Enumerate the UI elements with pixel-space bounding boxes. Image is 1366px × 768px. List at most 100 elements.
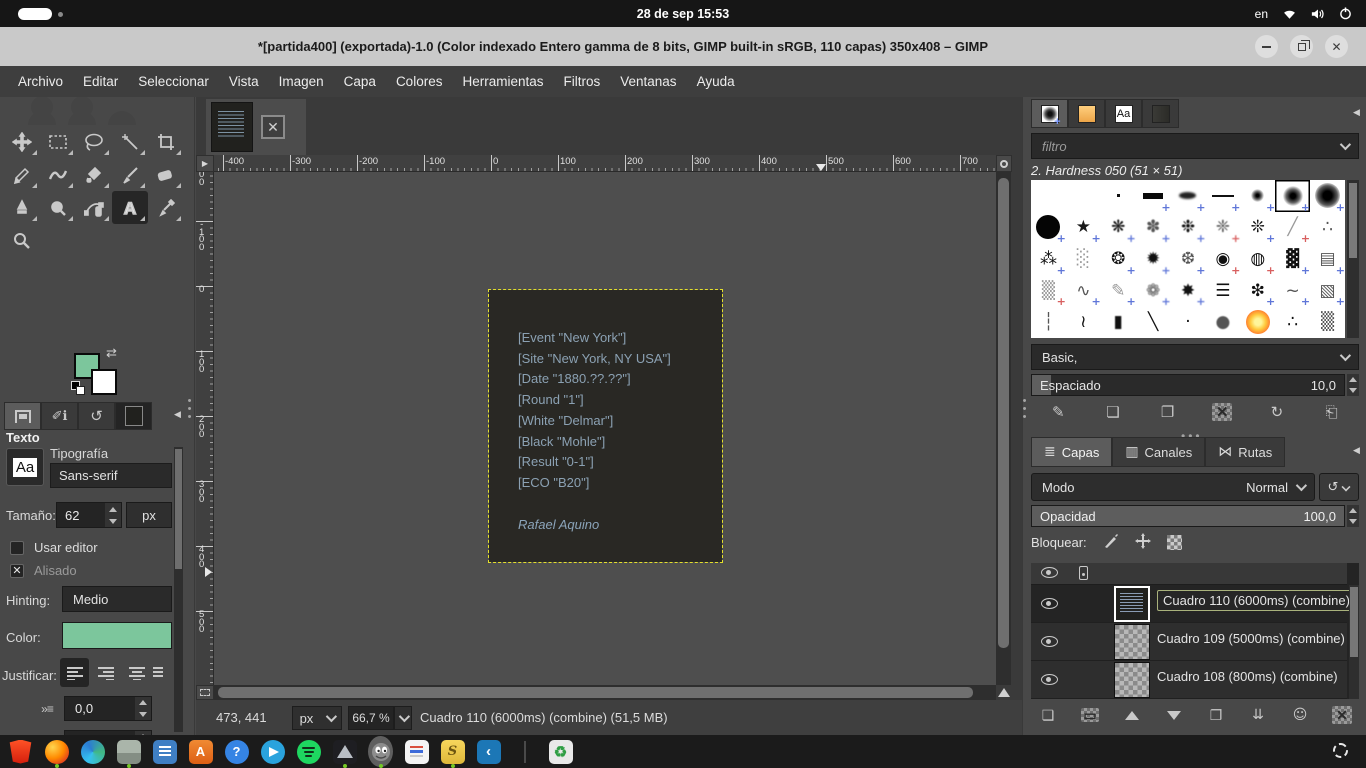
tool-paths[interactable] (76, 191, 112, 224)
brush-cell[interactable]: + (1171, 180, 1205, 212)
tool-transform[interactable] (4, 158, 40, 191)
tool-free-select[interactable] (76, 125, 112, 158)
brush-cell[interactable]: ╱ + (1275, 212, 1311, 243)
quick-mask-button[interactable] (196, 685, 214, 700)
brush-cell[interactable]: ◉ + (1205, 243, 1240, 275)
layer-name[interactable]: Cuadro 109 (5000ms) (combine) (1157, 631, 1345, 646)
brush-cell[interactable]: + (1136, 180, 1170, 212)
new-layer-button[interactable]: ❏ (1035, 703, 1061, 727)
image-tab[interactable]: ✕ (206, 99, 306, 155)
merge-layer-button[interactable]: ⇊ (1245, 703, 1271, 727)
brush-cell[interactable]: + (1205, 180, 1240, 212)
raise-layer-button[interactable] (1119, 703, 1145, 727)
dock-icon-obsidian[interactable] (332, 739, 357, 768)
new-brush-button[interactable]: ❏ (1100, 400, 1126, 424)
brush-cell[interactable] (1101, 180, 1136, 212)
dock-icon-help[interactable]: ? (224, 739, 249, 764)
brush-cell[interactable]: ▧ + (1310, 275, 1345, 307)
brush-cell[interactable]: + (1031, 212, 1066, 243)
brush-cell[interactable]: ░ (1066, 243, 1101, 275)
brush-group-dropdown[interactable]: Basic, (1031, 344, 1359, 370)
clock[interactable]: 28 de sep 15:53 (0, 7, 1366, 21)
justify-right-button[interactable] (91, 658, 120, 687)
brush-cell[interactable]: ▮ (1101, 306, 1136, 338)
canvas-hscrollbar[interactable] (214, 685, 996, 700)
brush-cell[interactable]: ❇ + (1240, 275, 1276, 307)
zoom-dropdown[interactable] (394, 706, 412, 730)
dock-icon-gimp[interactable] (368, 736, 393, 768)
tray-indicator-icon[interactable] (1333, 743, 1348, 758)
horizontal-ruler[interactable]: -400 -300 -200 -100 0 100 200 300 400 500 600 700 (214, 155, 996, 172)
duplicate-brush-button[interactable]: ❐ (1155, 400, 1181, 424)
restore-button[interactable] (1290, 35, 1313, 58)
brush-cell[interactable]: + (1275, 180, 1310, 212)
hinting-select[interactable]: Medio (62, 586, 172, 612)
menu-item-colores[interactable]: Colores (386, 69, 453, 94)
lock-pixels-icon[interactable] (1103, 533, 1119, 552)
brush-cell[interactable]: ~ + (1275, 275, 1311, 307)
size-input[interactable]: 62 (56, 502, 122, 528)
brush-cell[interactable]: ╲ (1136, 306, 1171, 338)
dock-icon-scripts[interactable]: S (440, 739, 465, 768)
brush-cell[interactable]: + (1310, 180, 1345, 212)
tool-bucket-fill[interactable] (76, 158, 112, 191)
tool-rect-select[interactable] (40, 125, 76, 158)
brush-cell[interactable]: ▤ + (1310, 243, 1345, 275)
layer-row[interactable]: Cuadro 109 (5000ms) (combine) (1031, 623, 1347, 661)
brush-cell[interactable]: ❂ + (1101, 243, 1136, 275)
tab-capas[interactable]: ≣ Capas (1031, 437, 1113, 467)
tab-undo-history[interactable]: ↺ (78, 402, 115, 430)
lower-layer-button[interactable] (1161, 703, 1187, 727)
brush-cell[interactable]: ❋ + (1101, 212, 1136, 243)
layers-collapse-button[interactable]: ◀ (1349, 443, 1364, 457)
right-splitter-grip[interactable]: • • • (1022, 396, 1027, 423)
brush-cell[interactable] (1240, 306, 1275, 338)
image-layer-boundary[interactable]: [Event "New York"] [Site "New York, NY US… (488, 289, 723, 563)
navigation-button[interactable] (996, 685, 1012, 700)
brush-filter-input[interactable]: filtro (1031, 133, 1359, 159)
brush-cell[interactable]: ▒ (1310, 306, 1345, 338)
dock-collapse-button[interactable]: ◀ (1349, 105, 1364, 119)
zoom-input[interactable]: 66,7 % (348, 706, 394, 730)
dock-icon-files[interactable] (116, 739, 141, 768)
canvas-vscrollbar[interactable] (996, 172, 1011, 685)
brush-cell[interactable]: ❆ + (1171, 243, 1206, 275)
spacing-spinner[interactable] (1347, 374, 1359, 396)
refresh-brushes-button[interactable]: ↻ (1264, 400, 1290, 424)
tool-zoom[interactable] (4, 224, 40, 257)
brush-cell[interactable]: ✎ + (1101, 275, 1136, 307)
dock-icon-spotify[interactable] (296, 739, 321, 764)
duplicate-layer-button[interactable]: ❐ (1203, 703, 1229, 727)
tab-rutas[interactable]: ⋈ Rutas (1205, 437, 1286, 467)
indent-input[interactable]: 0,0 (64, 696, 152, 721)
spacing-slider[interactable]: Espaciado 10,0 (1031, 374, 1345, 396)
layer-list-scrollbar[interactable] (1349, 585, 1359, 699)
layer-row[interactable]: Cuadro 108 (800ms) (combine) (1031, 661, 1347, 699)
brush-cell[interactable]: + (1240, 180, 1275, 212)
tool-crop[interactable] (148, 125, 184, 158)
tab-gradients[interactable] (1142, 99, 1179, 128)
menu-item-vista[interactable]: Vista (219, 69, 269, 94)
menu-item-seleccionar[interactable]: Seleccionar (128, 69, 219, 94)
dock-icon-vscode[interactable]: ‹ (476, 739, 501, 764)
brush-cell[interactable]: ≀ (1066, 306, 1101, 338)
layer-thumbnail[interactable] (1114, 662, 1150, 698)
text-color-swatch[interactable] (62, 622, 172, 649)
toolbox-collapse-button[interactable]: ◀ (170, 407, 185, 421)
default-colors-icon[interactable] (71, 381, 85, 395)
brush-cell[interactable]: ✸ + (1171, 275, 1206, 307)
dock-icon-brave[interactable] (8, 739, 33, 764)
lock-alpha-icon[interactable] (1166, 535, 1182, 550)
brush-cell[interactable]: ● (1205, 306, 1240, 338)
justify-left-button[interactable] (60, 658, 89, 687)
tab-fonts[interactable]: Aa (1105, 99, 1142, 128)
minimize-button[interactable] (1255, 35, 1278, 58)
vertical-ruler[interactable]: - 2 0 0 - 1 0 0 0 1 0 0 2 0 0 3 0 0 4 0 0 5 0 0 (196, 172, 214, 685)
menu-item-editar[interactable]: Editar (73, 69, 128, 94)
tab-patterns[interactable] (1068, 99, 1105, 128)
tab-brushes[interactable] (1031, 99, 1068, 128)
lock-position-icon[interactable] (1134, 533, 1151, 552)
brush-cell[interactable]: ◍ + (1240, 243, 1275, 275)
brush-cell[interactable]: ∿ + (1066, 275, 1101, 307)
menu-item-archivo[interactable]: Archivo (8, 69, 73, 94)
